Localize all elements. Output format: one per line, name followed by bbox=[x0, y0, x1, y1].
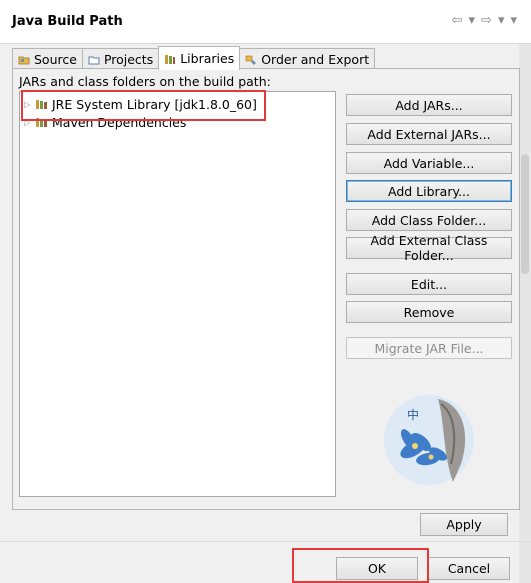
menu-icon[interactable]: ▾ bbox=[510, 13, 517, 28]
footer-divider bbox=[0, 541, 531, 542]
scrollbar-thumb[interactable] bbox=[521, 154, 529, 274]
expand-icon[interactable]: ▷ bbox=[24, 118, 32, 127]
build-path-tree[interactable]: ▷ JRE System Library [jdk1.8.0_60] ▷ Mav… bbox=[19, 91, 336, 497]
libraries-icon bbox=[164, 53, 176, 65]
source-folder-icon bbox=[18, 54, 30, 66]
edit-button[interactable]: Edit... bbox=[346, 273, 512, 295]
libraries-caption: JARs and class folders on the build path… bbox=[19, 74, 271, 89]
libraries-panel: JARs and class folders on the build path… bbox=[12, 68, 520, 510]
tab-label: Libraries bbox=[180, 51, 235, 66]
tab-label: Projects bbox=[103, 52, 154, 67]
tree-item-maven[interactable]: ▷ Maven Dependencies bbox=[24, 113, 186, 131]
tab-label: Order and Export bbox=[261, 52, 370, 67]
add-variable-button[interactable]: Add Variable... bbox=[346, 152, 512, 174]
library-icon bbox=[35, 115, 49, 129]
tab-projects[interactable]: Projects bbox=[81, 48, 160, 70]
order-export-icon bbox=[245, 54, 257, 66]
avatar-text: 中 bbox=[407, 408, 420, 422]
tab-bar: Source Projects Libraries Order and Expo… bbox=[12, 46, 376, 70]
tree-item-jre[interactable]: ▷ JRE System Library [jdk1.8.0_60] bbox=[24, 95, 257, 113]
add-class-folder-button[interactable]: Add Class Folder... bbox=[346, 209, 512, 231]
projects-icon bbox=[88, 54, 100, 66]
tab-order-export[interactable]: Order and Export bbox=[239, 48, 376, 70]
tab-libraries[interactable]: Libraries bbox=[158, 46, 241, 70]
library-icon bbox=[35, 97, 49, 111]
dropdown-icon[interactable]: ▾ bbox=[469, 13, 476, 28]
dropdown-icon[interactable]: ▾ bbox=[498, 13, 505, 28]
ok-button[interactable]: OK bbox=[336, 557, 418, 580]
migrate-jar-button[interactable]: Migrate JAR File... bbox=[346, 337, 512, 359]
dialog-title: Java Build Path bbox=[12, 14, 123, 29]
cancel-button[interactable]: Cancel bbox=[428, 557, 510, 580]
dialog-header: Java Build Path ⇦ ▾ ⇨ ▾ ▾ bbox=[0, 0, 531, 44]
avatar-decoration: 中 bbox=[383, 394, 475, 486]
forward-icon[interactable]: ⇨ bbox=[481, 13, 492, 28]
remove-button[interactable]: Remove bbox=[346, 301, 512, 323]
expand-icon[interactable]: ▷ bbox=[24, 100, 32, 109]
tab-label: Source bbox=[34, 52, 77, 67]
add-external-jars-button[interactable]: Add External JARs... bbox=[346, 123, 512, 145]
add-external-class-folder-button[interactable]: Add External Class Folder... bbox=[346, 233, 512, 263]
tree-item-label: JRE System Library [jdk1.8.0_60] bbox=[52, 96, 257, 112]
add-library-button[interactable]: Add Library... bbox=[346, 180, 512, 202]
header-toolbar: ⇦ ▾ ⇨ ▾ ▾ bbox=[452, 13, 517, 28]
vertical-scrollbar[interactable] bbox=[519, 44, 531, 583]
apply-button[interactable]: Apply bbox=[420, 513, 508, 536]
tree-item-label: Maven Dependencies bbox=[52, 114, 187, 130]
tab-source[interactable]: Source bbox=[12, 48, 83, 70]
back-icon[interactable]: ⇦ bbox=[452, 13, 463, 28]
add-jars-button[interactable]: Add JARs... bbox=[346, 94, 512, 116]
